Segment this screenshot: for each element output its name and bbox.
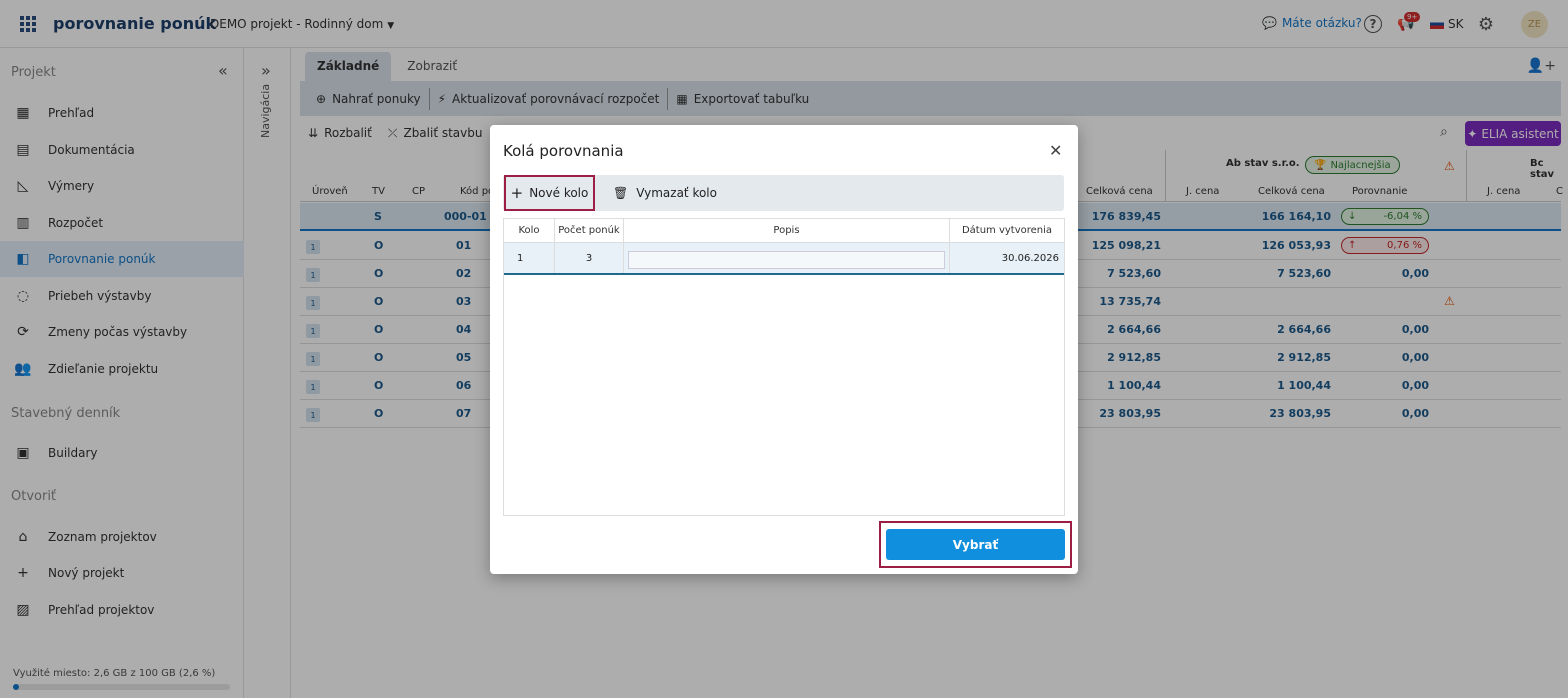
new-round-button[interactable]: + Nové kolo	[504, 175, 595, 211]
table-row[interactable]: 1 3 30.06.2026	[504, 243, 1064, 275]
plus-icon: +	[510, 184, 524, 202]
select-highlight: Vybrať	[879, 521, 1072, 568]
offer-count: 3	[555, 243, 624, 273]
delete-round-label: Vymazať kolo	[636, 186, 717, 200]
header-offer-count: Počet ponúk	[555, 219, 624, 243]
rounds-table: Kolo Počet ponúk Popis Dátum vytvorenia …	[503, 218, 1065, 516]
round-number: 1	[504, 243, 555, 273]
select-button[interactable]: Vybrať	[886, 529, 1065, 560]
description-input[interactable]	[628, 251, 945, 269]
delete-round-button[interactable]: 🗑 Vymazať kolo	[613, 175, 717, 211]
new-round-label: Nové kolo	[529, 186, 589, 200]
header-created-date: Dátum vytvorenia	[950, 219, 1064, 243]
rounds-dialog: Kolá porovnania ✕ + Nové kolo 🗑 Vymazať ko…	[490, 125, 1078, 574]
dialog-toolbar: + Nové kolo 🗑 Vymazať kolo	[503, 175, 1064, 211]
close-icon[interactable]: ✕	[1049, 141, 1062, 160]
dialog-title: Kolá porovnania	[503, 142, 624, 160]
header-round: Kolo	[504, 219, 555, 243]
created-date: 30.06.2026	[1001, 252, 1059, 264]
header-description: Popis	[624, 219, 950, 243]
trash-icon: 🗑	[613, 186, 629, 200]
